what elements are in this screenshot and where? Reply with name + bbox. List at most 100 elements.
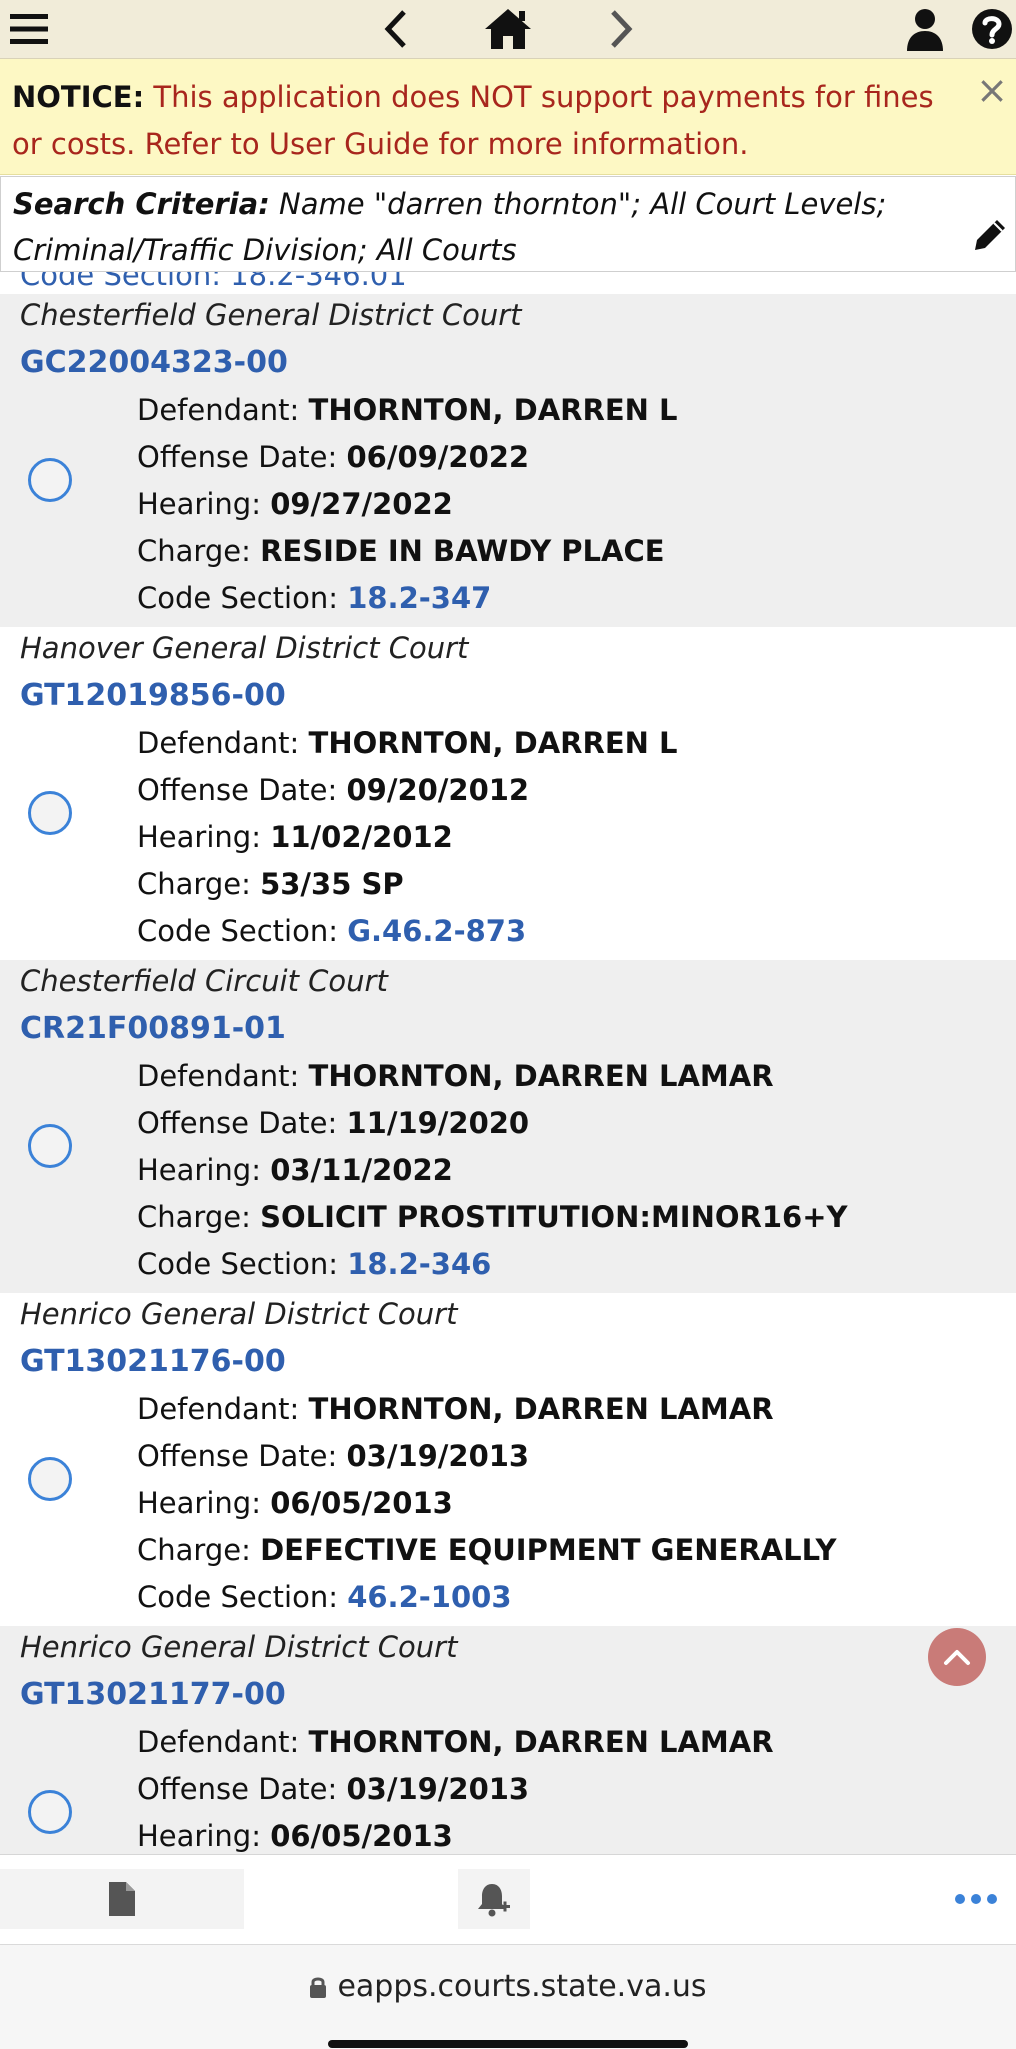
home-icon <box>485 9 531 49</box>
document-icon <box>109 1882 135 1916</box>
close-notice-button[interactable]: × <box>976 71 1008 109</box>
case-row: Hanover General District Court GT1201985… <box>0 627 1016 960</box>
partial-code-section: Code Section: 18.2-346.01 <box>20 272 407 292</box>
browser-url-bar: eapps.courts.state.va.us <box>0 1944 1016 2049</box>
url-text: eapps.courts.state.va.us <box>337 1969 707 2004</box>
help-icon <box>972 9 1012 49</box>
court-name: Hanover General District Court <box>20 631 469 665</box>
add-notification-button[interactable] <box>458 1869 530 1929</box>
add-notification-bell-icon <box>478 1884 510 1917</box>
offense-date-value: 11/19/2020 <box>346 1106 530 1140</box>
hearing-row: Hearing: 11/02/2012 <box>137 820 453 854</box>
charge-row: Charge: DEFECTIVE EQUIPMENT GENERALLY <box>137 1533 837 1567</box>
account-button[interactable] <box>898 0 952 58</box>
offense-date-row: Offense Date: 03/19/2013 <box>137 1772 530 1806</box>
menu-icon <box>10 14 48 44</box>
charge-row: Charge: SOLICIT PROSTITUTION:MINOR16+Y <box>137 1200 848 1234</box>
case-select-radio[interactable] <box>28 458 72 502</box>
hearing-row: Hearing: 03/11/2022 <box>137 1153 453 1187</box>
offense-date-value: 03/19/2013 <box>346 1439 530 1473</box>
code-section-row: Code Section: G.46.2-873 <box>137 914 527 948</box>
defendant-row: Defendant: THORNTON, DARREN LAMAR <box>137 1059 774 1093</box>
hearing-row: Hearing: 06/05/2013 <box>137 1486 453 1520</box>
charge-value: RESIDE IN BAWDY PLACE <box>260 534 665 568</box>
case-row: Henrico General District Court GT1302117… <box>0 1293 1016 1626</box>
case-row: Henrico General District Court GT1302117… <box>0 1626 1016 1854</box>
notice-message: This application does NOT support paymen… <box>12 80 934 161</box>
charge-row: Charge: 53/35 SP <box>137 867 404 901</box>
case-row: Chesterfield General District Court GC22… <box>0 294 1016 627</box>
court-name: Henrico General District Court <box>20 1630 458 1664</box>
case-number-link[interactable]: GT13021177-00 <box>20 1677 286 1712</box>
search-criteria: Search Criteria: Name "darren thornton";… <box>0 176 1016 272</box>
hearing-value: 03/11/2022 <box>270 1153 453 1187</box>
case-select-radio[interactable] <box>28 791 72 835</box>
code-section-link[interactable]: 46.2-1003 <box>347 1580 511 1614</box>
bottom-toolbar <box>0 1854 1016 1945</box>
code-section-link[interactable]: G.46.2-873 <box>347 914 526 948</box>
code-section-link[interactable]: 18.2-346 <box>347 1247 491 1281</box>
help-button[interactable] <box>968 0 1016 58</box>
case-list: Code Section: 18.2-346.01 Chesterfield G… <box>0 272 1016 1854</box>
defendant-value: THORNTON, DARREN LAMAR <box>308 1725 774 1759</box>
case-row: Chesterfield Circuit Court CR21F00891-01… <box>0 960 1016 1293</box>
hearing-row: Hearing: 09/27/2022 <box>137 487 453 521</box>
hearing-value: 09/27/2022 <box>270 487 453 521</box>
offense-date-value: 06/09/2022 <box>346 440 530 474</box>
charge-value: SOLICIT PROSTITUTION:MINOR16+Y <box>260 1200 848 1234</box>
forward-button[interactable] <box>597 0 647 58</box>
more-options-button[interactable] <box>946 1869 1006 1929</box>
chevron-right-icon <box>611 10 633 48</box>
top-nav-bar <box>0 0 1016 59</box>
defendant-value: THORNTON, DARREN LAMAR <box>308 1392 774 1426</box>
home-button[interactable] <box>478 0 538 58</box>
menu-button[interactable] <box>0 0 58 58</box>
offense-date-value: 03/19/2013 <box>346 1772 530 1806</box>
url-display[interactable]: eapps.courts.state.va.us <box>0 1969 1016 2004</box>
code-section-row: Code Section: 18.2-347 <box>137 581 492 615</box>
defendant-value: THORNTON, DARREN L <box>308 726 678 760</box>
court-name: Chesterfield Circuit Court <box>20 964 388 998</box>
pencil-icon <box>975 220 1005 250</box>
charge-value: 53/35 SP <box>260 867 404 901</box>
defendant-value: THORNTON, DARREN LAMAR <box>308 1059 774 1093</box>
case-select-radio[interactable] <box>28 1457 72 1501</box>
defendant-value: THORNTON, DARREN L <box>308 393 678 427</box>
defendant-row: Defendant: THORNTON, DARREN L <box>137 393 678 427</box>
edit-search-button[interactable] <box>973 218 1007 265</box>
case-number-link[interactable]: GT12019856-00 <box>20 678 286 713</box>
lock-icon <box>310 1977 327 1998</box>
home-indicator <box>328 2040 688 2048</box>
case-select-radio[interactable] <box>28 1790 72 1834</box>
code-section-row: Code Section: 46.2-1003 <box>137 1580 512 1614</box>
document-button[interactable] <box>0 1869 244 1929</box>
offense-date-row: Offense Date: 11/19/2020 <box>137 1106 530 1140</box>
defendant-row: Defendant: THORNTON, DARREN L <box>137 726 678 760</box>
case-number-link[interactable]: CR21F00891-01 <box>20 1011 286 1046</box>
scroll-to-top-button[interactable] <box>928 1628 986 1686</box>
hearing-value: 11/02/2012 <box>270 820 453 854</box>
code-section-row: Code Section: 18.2-346 <box>137 1247 492 1281</box>
notice-label: NOTICE: <box>12 80 145 114</box>
offense-date-row: Offense Date: 03/19/2013 <box>137 1439 530 1473</box>
back-button[interactable] <box>370 0 420 58</box>
charge-value: DEFECTIVE EQUIPMENT GENERALLY <box>260 1533 837 1567</box>
case-select-radio[interactable] <box>28 1124 72 1168</box>
offense-date-row: Offense Date: 09/20/2012 <box>137 773 530 807</box>
chevron-left-icon <box>384 10 406 48</box>
notice-banner: NOTICE: This application does NOT suppor… <box>0 59 1016 175</box>
hearing-value: 06/05/2013 <box>270 1819 453 1853</box>
case-number-link[interactable]: GC22004323-00 <box>20 345 288 380</box>
hearing-row: Hearing: 06/05/2013 <box>137 1819 453 1853</box>
court-name: Henrico General District Court <box>20 1297 458 1331</box>
chevron-up-icon <box>944 1650 970 1665</box>
more-options-icon <box>955 1894 997 1904</box>
charge-row: Charge: RESIDE IN BAWDY PLACE <box>137 534 665 568</box>
case-number-link[interactable]: GT13021176-00 <box>20 1344 286 1379</box>
offense-date-value: 09/20/2012 <box>346 773 530 807</box>
defendant-row: Defendant: THORNTON, DARREN LAMAR <box>137 1725 774 1759</box>
hearing-value: 06/05/2013 <box>270 1486 453 1520</box>
code-section-link[interactable]: 18.2-347 <box>347 581 491 615</box>
offense-date-row: Offense Date: 06/09/2022 <box>137 440 530 474</box>
court-name: Chesterfield General District Court <box>20 298 522 332</box>
